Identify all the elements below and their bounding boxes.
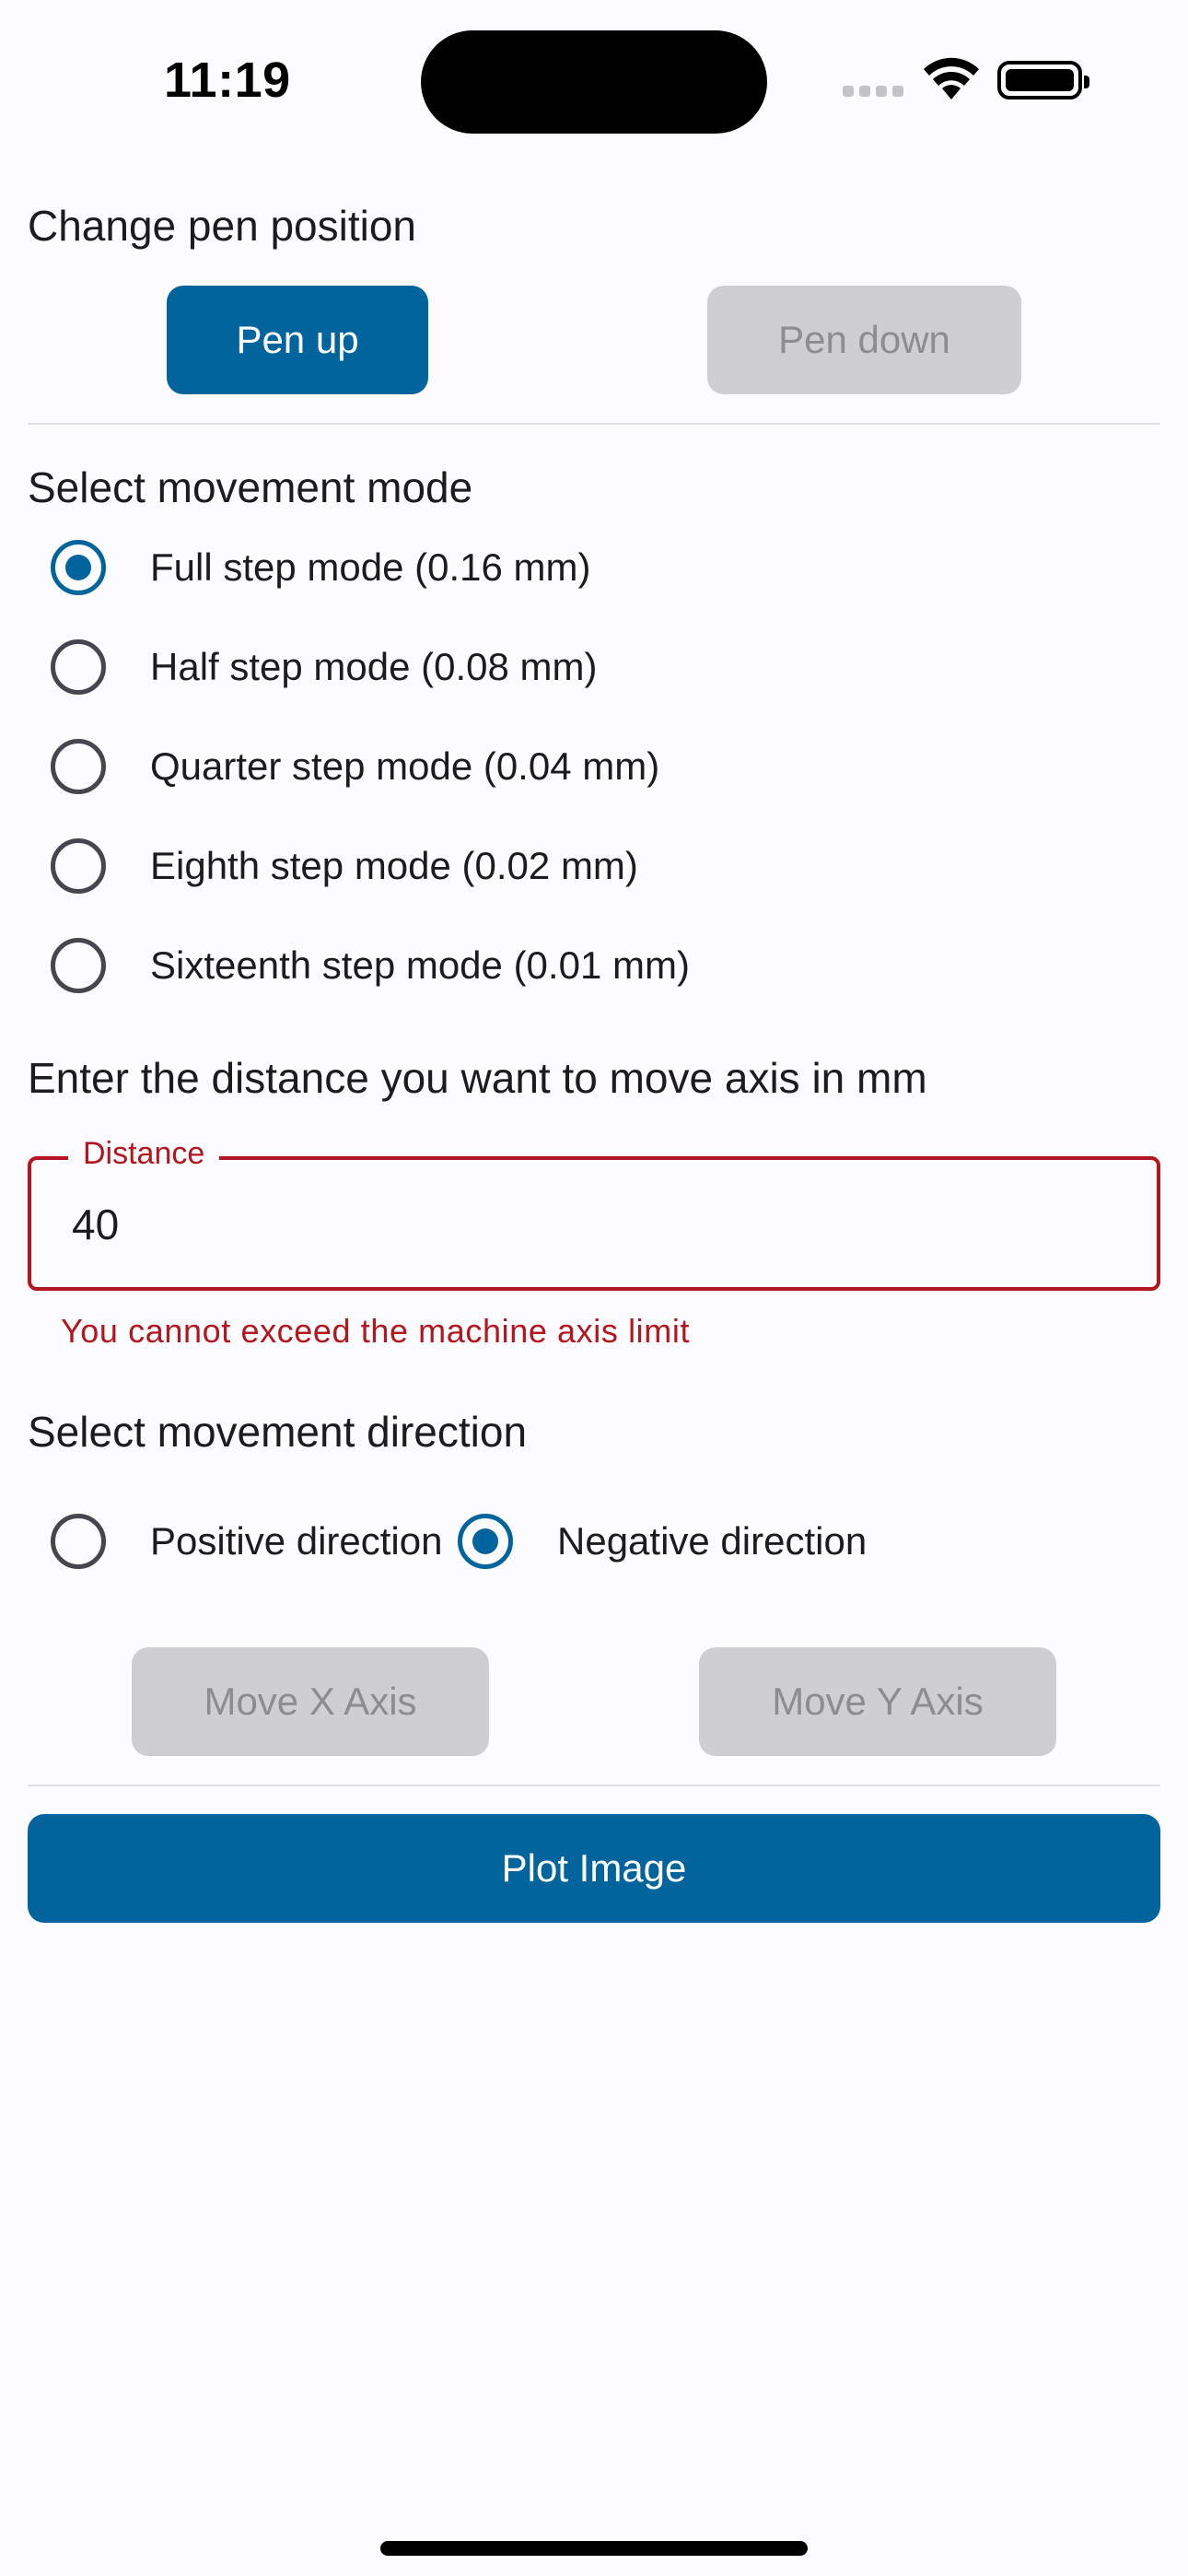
plot-image-button[interactable]: Plot Image — [28, 1814, 1160, 1923]
cellular-signal-icon — [843, 86, 905, 97]
radio-button[interactable] — [51, 938, 106, 993]
radio-button-selected[interactable] — [51, 540, 106, 595]
battery-icon — [997, 61, 1089, 100]
move-x-axis-button[interactable]: Move X Axis — [132, 1647, 489, 1756]
home-indicator — [380, 2541, 808, 2556]
radio-option-label: Quarter step mode (0.04 mm) — [150, 744, 660, 788]
radio-option-label: Negative direction — [557, 1519, 868, 1563]
pen-down-button[interactable]: Pen down — [707, 286, 1021, 394]
radio-button[interactable] — [51, 838, 106, 894]
radio-option-label: Eighth step mode (0.02 mm) — [150, 844, 638, 887]
pen-up-button[interactable]: Pen up — [167, 286, 428, 394]
movement-mode-title: Select movement mode — [28, 463, 473, 511]
divider — [28, 423, 1160, 425]
distance-field-label: Distance — [68, 1136, 220, 1172]
distance-input[interactable] — [72, 1188, 1085, 1261]
radio-option-negative-direction[interactable]: Negative direction — [458, 1509, 867, 1574]
radio-button[interactable] — [51, 639, 106, 695]
radio-option-label: Half step mode (0.08 mm) — [150, 645, 598, 688]
distance-field[interactable]: Distance — [28, 1136, 1160, 1291]
wifi-icon — [924, 57, 979, 100]
status-time: 11:19 — [164, 53, 291, 108]
radio-button[interactable] — [51, 1514, 106, 1569]
radio-option-full-step[interactable]: Full step mode (0.16 mm) — [51, 535, 591, 600]
radio-button[interactable] — [51, 739, 106, 794]
radio-option-half-step[interactable]: Half step mode (0.08 mm) — [51, 635, 598, 699]
radio-option-label: Full step mode (0.16 mm) — [150, 545, 591, 589]
radio-option-quarter-step[interactable]: Quarter step mode (0.04 mm) — [51, 734, 659, 799]
screen: 11:19 Change pen position Pen up Pen dow… — [0, 0, 1188, 2576]
divider — [28, 1785, 1160, 1786]
radio-option-eighth-step[interactable]: Eighth step mode (0.02 mm) — [51, 834, 638, 898]
radio-option-label: Sixteenth step mode (0.01 mm) — [150, 943, 690, 987]
radio-button-selected[interactable] — [458, 1514, 513, 1569]
dynamic-island — [421, 30, 767, 134]
radio-option-label: Positive direction — [150, 1519, 443, 1563]
radio-option-positive-direction[interactable]: Positive direction — [51, 1509, 442, 1574]
radio-option-sixteenth-step[interactable]: Sixteenth step mode (0.01 mm) — [51, 933, 690, 998]
direction-section-title: Select movement direction — [28, 1408, 528, 1456]
distance-error-message: You cannot exceed the machine axis limit — [61, 1312, 691, 1350]
pen-section-title: Change pen position — [28, 202, 416, 250]
move-y-axis-button[interactable]: Move Y Axis — [699, 1647, 1056, 1756]
distance-section-title: Enter the distance you want to move axis… — [28, 1054, 927, 1102]
